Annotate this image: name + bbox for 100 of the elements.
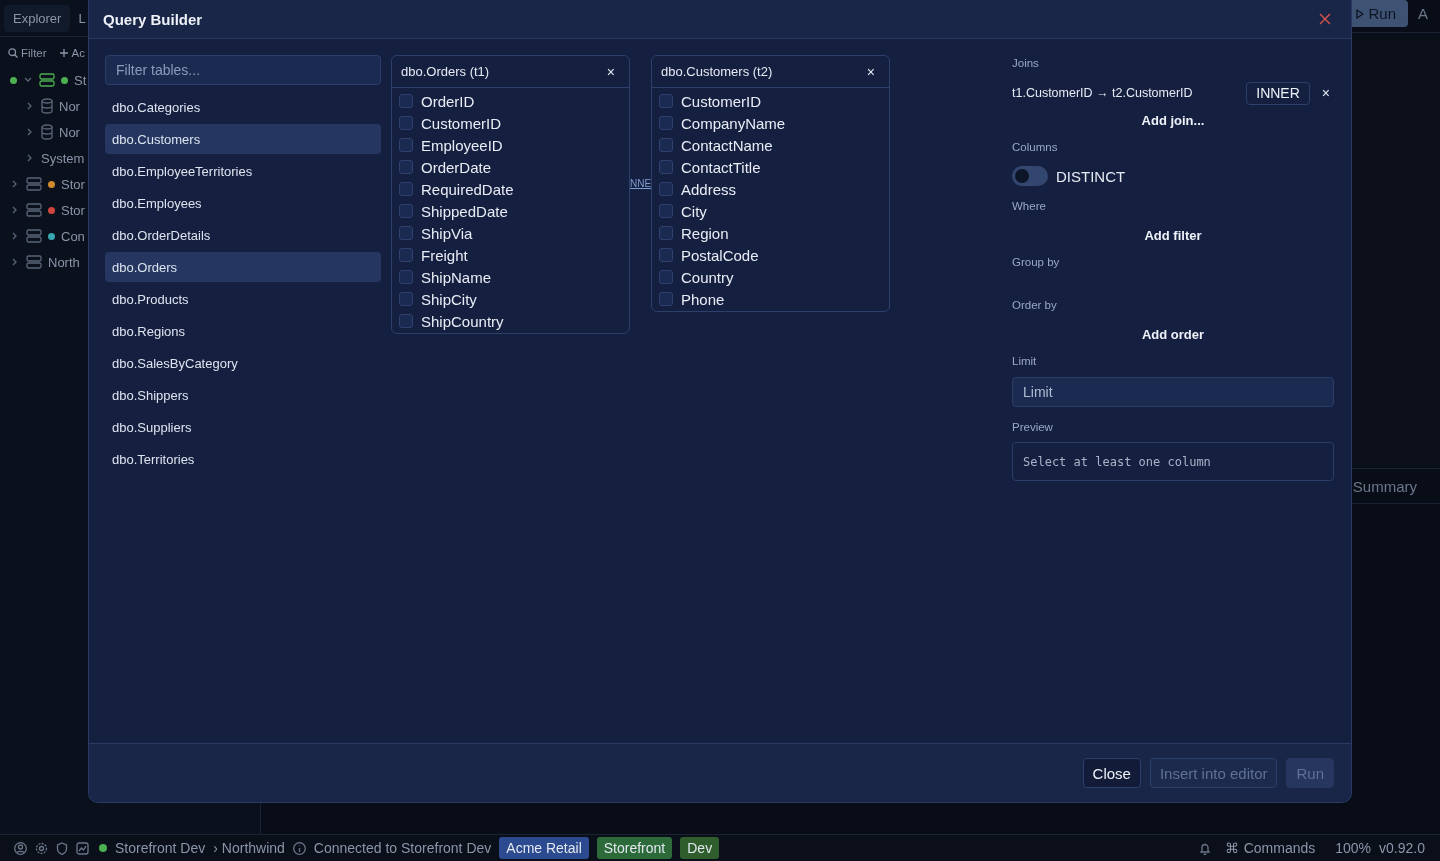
- join-type-button[interactable]: INNER: [1246, 81, 1310, 105]
- table-list-item[interactable]: dbo.Orders: [105, 252, 381, 282]
- table-card-title: dbo.Orders (t1): [401, 64, 490, 79]
- close-button[interactable]: [1317, 11, 1333, 27]
- table-filter-field[interactable]: Filter tables...: [105, 55, 381, 85]
- column-name[interactable]: ShipCity: [421, 290, 477, 308]
- checkbox[interactable]: [399, 160, 413, 174]
- column-name[interactable]: OrderDate: [421, 158, 492, 176]
- dialog-button[interactable]: Close: [1082, 758, 1141, 788]
- checkbox[interactable]: [399, 270, 413, 284]
- checkbox[interactable]: [399, 116, 413, 130]
- column-name[interactable]: CustomerID: [681, 92, 762, 110]
- column-name[interactable]: ShipName: [421, 268, 492, 286]
- server-icon: [26, 229, 42, 243]
- checkbox[interactable]: [399, 314, 413, 328]
- tree-item[interactable]: North: [48, 254, 80, 270]
- column-name[interactable]: PostalCode: [681, 246, 759, 264]
- environment-tag: Dev: [680, 837, 720, 859]
- tree-item[interactable]: St: [74, 72, 87, 88]
- server-icon: [26, 203, 42, 217]
- remove-table-button[interactable]: ×: [600, 63, 621, 80]
- tree-item[interactable]: Nor: [59, 98, 80, 114]
- commands-label: Commands: [1243, 840, 1316, 856]
- server-icon: [26, 177, 42, 191]
- sidebar-tab[interactable]: Explorer: [4, 4, 71, 32]
- tree-item[interactable]: Stor: [61, 202, 85, 218]
- table-list-item[interactable]: dbo.SalesByCategory: [105, 348, 381, 378]
- tree-item[interactable]: Stor: [61, 176, 85, 192]
- checkbox[interactable]: [659, 116, 673, 130]
- checkbox[interactable]: [659, 226, 673, 240]
- column-name[interactable]: Address: [681, 180, 737, 198]
- table-list-item[interactable]: dbo.Regions: [105, 316, 381, 346]
- checkbox[interactable]: [659, 138, 673, 152]
- checkbox[interactable]: [399, 182, 413, 196]
- version-label: v0.92.0: [1379, 840, 1425, 856]
- toggle-switch[interactable]: [1012, 166, 1048, 186]
- column-name[interactable]: Phone: [681, 290, 725, 308]
- filter-button[interactable]: Filter: [8, 47, 47, 59]
- column-name[interactable]: EmployeeID: [421, 136, 503, 154]
- table-list-item[interactable]: dbo.Employees: [105, 188, 381, 218]
- column-name[interactable]: ContactTitle: [681, 158, 761, 176]
- add-button[interactable]: Ac: [58, 47, 85, 59]
- database-breadcrumb[interactable]: › Northwind: [213, 840, 285, 856]
- add-button[interactable]: Add order: [1135, 325, 1211, 343]
- connection-dot: [99, 844, 107, 852]
- checkbox[interactable]: [659, 292, 673, 306]
- table-list-item[interactable]: dbo.Shippers: [105, 380, 381, 410]
- editor-tab[interactable]: A: [1418, 5, 1428, 22]
- database-icon: [41, 98, 53, 114]
- checkbox[interactable]: [399, 226, 413, 240]
- connection-name[interactable]: Storefront Dev: [115, 840, 206, 856]
- add-button[interactable]: Add join...: [1135, 111, 1211, 129]
- column-name[interactable]: ShippedDate: [421, 202, 508, 220]
- table-list-item[interactable]: dbo.Categories: [105, 92, 381, 122]
- column-name[interactable]: Freight: [421, 246, 468, 264]
- table-list-item[interactable]: dbo.Territories: [105, 444, 381, 474]
- search-icon: [8, 48, 18, 58]
- zoom-level[interactable]: 100%: [1335, 840, 1372, 856]
- tree-item[interactable]: Nor: [59, 124, 80, 140]
- table-list-item[interactable]: dbo.Customers: [105, 124, 381, 154]
- table-list-item[interactable]: dbo.Suppliers: [105, 412, 381, 442]
- column-name[interactable]: ContactName: [681, 136, 773, 154]
- add-button[interactable]: Add filter: [1138, 226, 1208, 244]
- join-label[interactable]: NNE: [630, 178, 652, 189]
- column-name[interactable]: Country: [681, 268, 734, 286]
- checkbox[interactable]: [399, 138, 413, 152]
- limit-field[interactable]: Limit: [1012, 377, 1334, 407]
- commands-button[interactable]: ⌘ Commands: [1224, 840, 1316, 856]
- checkbox[interactable]: [659, 182, 673, 196]
- column-name[interactable]: CompanyName: [681, 114, 786, 132]
- summary-tab[interactable]: Summary: [1352, 477, 1417, 495]
- server-icon: [39, 73, 55, 87]
- environment-tag: Storefront: [596, 837, 673, 859]
- checkbox[interactable]: [399, 94, 413, 108]
- checkbox[interactable]: [659, 248, 673, 262]
- column-name[interactable]: CustomerID: [421, 114, 502, 132]
- column-name[interactable]: ShipCountry: [421, 312, 504, 330]
- tree-item[interactable]: System: [41, 150, 85, 166]
- checkbox[interactable]: [399, 292, 413, 306]
- column-name[interactable]: ShipVia: [421, 224, 473, 242]
- server-icon: [26, 255, 42, 269]
- remove-join-button[interactable]: ×: [1317, 85, 1334, 101]
- sidebar-tab[interactable]: L: [76, 4, 88, 32]
- table-list-item[interactable]: dbo.OrderDetails: [105, 220, 381, 250]
- table-list-item[interactable]: dbo.EmployeeTerritories: [105, 156, 381, 186]
- checkbox[interactable]: [399, 204, 413, 218]
- column-name[interactable]: Region: [681, 224, 729, 242]
- checkbox[interactable]: [659, 160, 673, 174]
- column-name[interactable]: RequiredDate: [421, 180, 514, 198]
- table-list-item[interactable]: dbo.Products: [105, 284, 381, 314]
- checkbox[interactable]: [659, 94, 673, 108]
- tree-item[interactable]: Con: [61, 228, 85, 244]
- remove-table-button[interactable]: ×: [860, 63, 881, 80]
- join-condition: t1.CustomerID → t2.CustomerID: [1012, 86, 1194, 100]
- column-name[interactable]: City: [681, 202, 707, 220]
- checkbox[interactable]: [399, 248, 413, 262]
- column-name[interactable]: OrderID: [421, 92, 475, 110]
- section-label: Order by: [1012, 299, 1058, 313]
- checkbox[interactable]: [659, 204, 673, 218]
- checkbox[interactable]: [659, 270, 673, 284]
